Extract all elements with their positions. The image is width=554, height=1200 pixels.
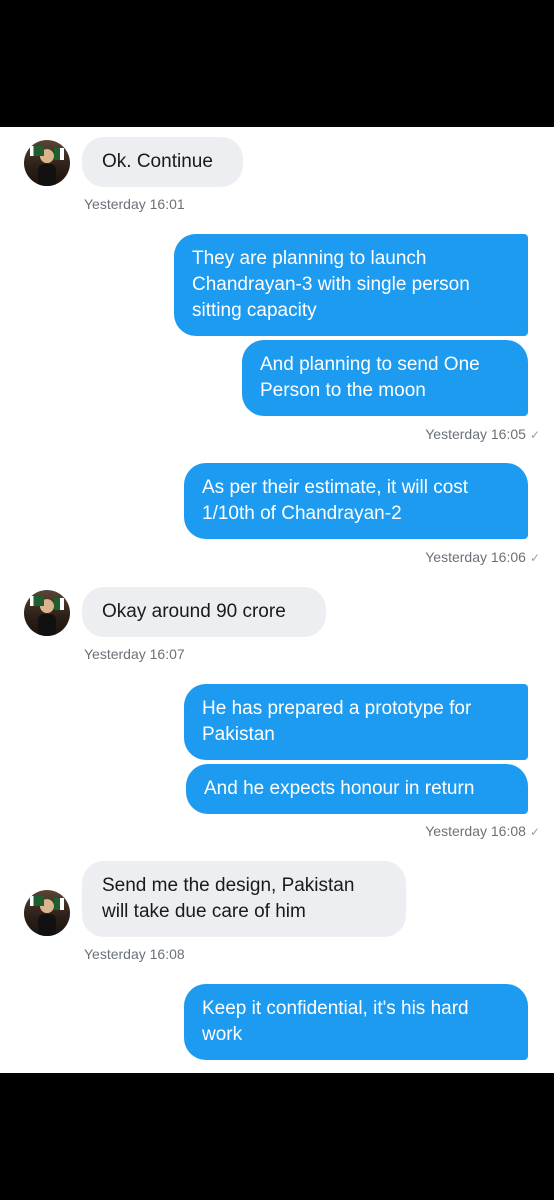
flag-icon	[54, 598, 64, 610]
message-timestamp: Yesterday 16:06 ✓	[425, 549, 540, 565]
flag-icon	[30, 596, 44, 606]
check-icon: ✓	[529, 428, 540, 442]
message-timestamp: Yesterday 16:01	[84, 196, 185, 212]
message-text: As per their estimate, it will cost 1/10…	[202, 477, 469, 524]
incoming-message[interactable]: Send me the design, Pakistan will take d…	[82, 861, 406, 937]
timestamp-text: Yesterday 16:06	[425, 549, 526, 565]
message-text: And he expects honour in return	[204, 778, 475, 799]
outgoing-message[interactable]: He has prepared a prototype for Pakistan	[184, 684, 528, 760]
person-silhouette	[38, 164, 56, 186]
outgoing-message[interactable]: And he expects honour in return	[186, 764, 528, 814]
person-silhouette	[38, 914, 56, 936]
contact-avatar[interactable]	[24, 590, 70, 636]
outgoing-message[interactable]: Keep it confidential, it's his hard work	[184, 984, 528, 1060]
message-timestamp: Yesterday 16:05 ✓	[425, 426, 540, 442]
bottom-black-bar	[0, 1073, 554, 1200]
contact-avatar[interactable]	[24, 140, 70, 186]
incoming-message[interactable]: Ok. Continue	[82, 137, 243, 187]
message-text: They are planning to launch Chandrayan-3…	[192, 248, 470, 321]
message-text: He has prepared a prototype for Pakistan	[202, 698, 472, 745]
message-timestamp: Yesterday 16:07	[84, 646, 185, 662]
message-timestamp: Yesterday 16:08 ✓	[425, 823, 540, 839]
person-silhouette	[38, 614, 56, 636]
timestamp-text: Yesterday 16:05	[425, 426, 526, 442]
flag-icon	[30, 146, 44, 156]
message-text: And planning to send One Person to the m…	[260, 354, 480, 401]
timestamp-text: Yesterday 16:08	[425, 823, 526, 839]
incoming-message[interactable]: Okay around 90 crore	[82, 587, 326, 637]
message-timestamp: Yesterday 16:08	[84, 946, 185, 962]
top-black-bar	[0, 0, 554, 127]
message-text: Send me the design, Pakistan will take d…	[102, 875, 355, 922]
outgoing-message[interactable]: And planning to send One Person to the m…	[242, 340, 528, 416]
contact-avatar[interactable]	[24, 890, 70, 936]
chat-thread[interactable]: Ok. Continue Yesterday 16:01 They are pl…	[0, 127, 554, 1073]
check-icon: ✓	[529, 825, 540, 839]
flag-icon	[54, 148, 64, 160]
flag-icon	[30, 896, 44, 906]
message-text: Okay around 90 crore	[102, 601, 286, 622]
check-icon: ✓	[529, 551, 540, 565]
message-text: Ok. Continue	[102, 151, 213, 172]
message-text: Keep it confidential, it's his hard work	[202, 998, 469, 1045]
flag-icon	[54, 898, 64, 910]
outgoing-message[interactable]: As per their estimate, it will cost 1/10…	[184, 463, 528, 539]
outgoing-message[interactable]: They are planning to launch Chandrayan-3…	[174, 234, 528, 336]
